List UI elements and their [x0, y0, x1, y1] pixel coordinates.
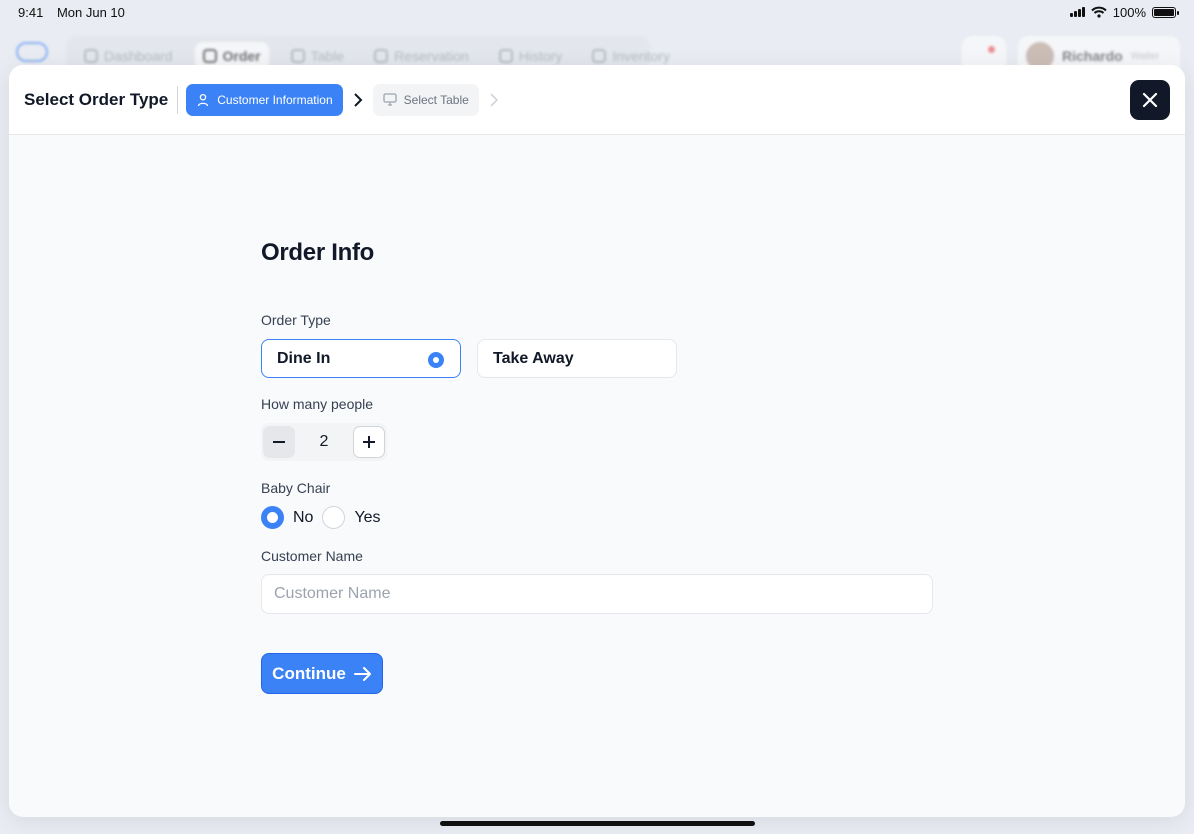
customer-name-label: Customer Name: [261, 548, 363, 564]
continue-button[interactable]: Continue: [261, 653, 383, 694]
app-logo-cloud-icon: [16, 42, 48, 62]
increment-button[interactable]: [353, 426, 385, 458]
continue-label: Continue: [272, 663, 346, 683]
bg-tab-label: History: [518, 48, 563, 64]
header-divider: [177, 85, 179, 114]
close-button[interactable]: [1130, 80, 1170, 120]
radio-unchecked-icon: [322, 506, 346, 529]
status-bar: 9:41 Mon Jun 10 100%: [0, 0, 1194, 24]
document-icon: [202, 49, 217, 63]
status-time: 9:41: [18, 4, 44, 20]
home-indicator: [440, 821, 755, 826]
order-type-modal: Select Order Type Customer Information S…: [9, 65, 1185, 817]
battery-icon: [1152, 6, 1179, 18]
user-name: Richardo: [1062, 48, 1123, 64]
baby-chair-yes-radio[interactable]: Yes: [322, 506, 381, 529]
step-label: Customer Information: [217, 92, 333, 107]
baby-chair-label: Baby Chair: [261, 480, 331, 496]
close-icon: [1142, 92, 1158, 108]
status-bar-right: 100%: [1069, 4, 1179, 20]
store-icon: [592, 49, 607, 63]
dashboard-icon: [84, 49, 98, 63]
option-label: Take Away: [493, 349, 574, 367]
bg-tab-label: Inventory: [612, 48, 670, 64]
status-date: Mon Jun 10: [56, 4, 125, 20]
step-label: Select Table: [403, 92, 469, 107]
bg-tab-label: Table: [310, 48, 345, 64]
people-count-label: How many people: [261, 396, 374, 412]
chevron-right-icon: [489, 92, 499, 107]
bg-tab-label: Order: [222, 48, 261, 64]
radio-label: Yes: [354, 508, 381, 526]
order-type-label: Order Type: [261, 312, 331, 328]
monitor-icon: [382, 93, 397, 106]
chevron-right-icon: [353, 92, 363, 107]
modal-title: Select Order Type: [24, 89, 169, 109]
bg-tab-label: Reservation: [394, 48, 469, 64]
option-label: Dine In: [277, 349, 331, 367]
step-customer-information[interactable]: Customer Information: [186, 83, 343, 116]
minus-icon: [273, 441, 285, 443]
people-count-value: 2: [319, 433, 329, 450]
baby-chair-radio-group: No Yes: [261, 506, 390, 529]
order-info-form: Order Info Order Type Dine In Take Away …: [261, 239, 933, 694]
decrement-button[interactable]: [263, 426, 295, 458]
clock-icon: [498, 49, 513, 63]
selected-radio-icon: [428, 352, 444, 368]
page-title: Order Info: [261, 239, 375, 266]
monitor-icon: [290, 49, 305, 63]
cellular-signal-icon: [1069, 7, 1085, 17]
user-role: Waiter: [1130, 50, 1160, 62]
baby-chair-no-radio[interactable]: No: [261, 506, 313, 529]
modal-header: Select Order Type Customer Information S…: [9, 65, 1185, 135]
people-stepper: 2: [261, 423, 387, 461]
user-icon: [198, 93, 209, 106]
wifi-icon: [1091, 6, 1107, 18]
order-type-dine-in[interactable]: Dine In: [261, 339, 461, 378]
order-type-take-away[interactable]: Take Away: [477, 339, 677, 378]
step-select-table[interactable]: Select Table: [372, 83, 479, 116]
plus-icon: [363, 436, 375, 448]
arrow-right-icon: [353, 666, 371, 681]
status-bar-left: 9:41 Mon Jun 10: [18, 5, 135, 20]
radio-label: No: [293, 508, 314, 526]
radio-checked-icon: [261, 506, 284, 529]
bg-tab-label: Dashboard: [104, 48, 173, 64]
customer-name-input[interactable]: [261, 574, 933, 614]
battery-percent: 100%: [1112, 4, 1146, 20]
calendar-icon: [374, 49, 389, 63]
